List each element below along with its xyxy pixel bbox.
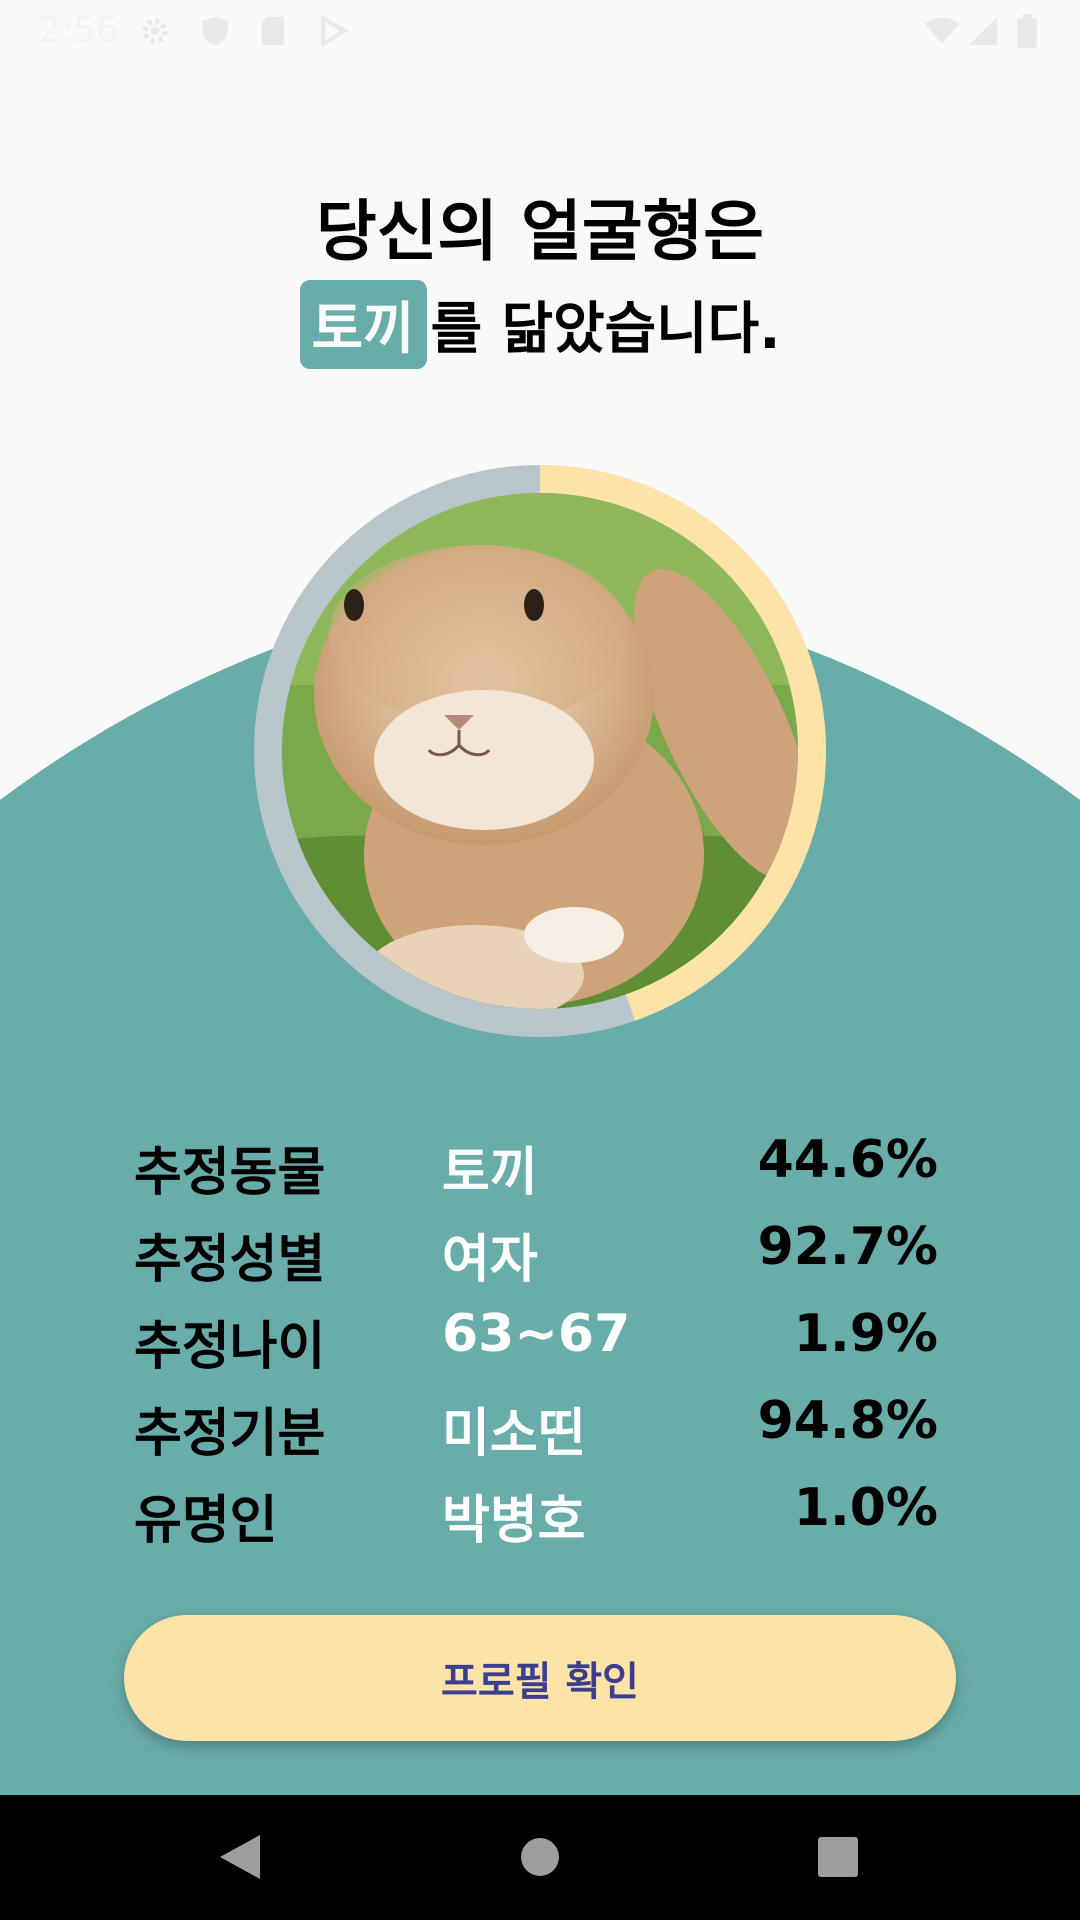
stat-value: 63~67	[442, 1304, 631, 1364]
stat-label: 추정성별	[134, 1230, 326, 1290]
gear-icon	[142, 18, 168, 44]
stat-percent: 92.7%	[757, 1217, 938, 1277]
stat-value: 박병호	[442, 1491, 586, 1551]
back-icon[interactable]	[200, 1817, 280, 1897]
signal-icon	[968, 16, 998, 46]
wifi-icon	[925, 17, 959, 44]
stat-percent: 44.6%	[757, 1130, 938, 1190]
stat-label: 추정기분	[134, 1404, 326, 1464]
stat-value: 토끼	[442, 1143, 538, 1203]
shield-icon	[202, 16, 228, 46]
battery-icon	[1017, 14, 1037, 48]
result-subtitle-rest: 를 닮았습니다.	[430, 297, 781, 362]
stat-label: 추정나이	[134, 1317, 326, 1377]
stat-percent: 1.9%	[793, 1304, 938, 1364]
recents-icon[interactable]	[798, 1817, 878, 1897]
result-subtitle: 토끼 를 닮았습니다.	[0, 280, 1080, 369]
home-icon[interactable]	[500, 1817, 580, 1897]
stat-label: 유명인	[134, 1491, 278, 1551]
stat-value: 미소띤	[442, 1404, 586, 1464]
stat-value: 여자	[442, 1230, 538, 1290]
animal-chip: 토끼	[299, 280, 427, 369]
stat-row-mood: 추정기분 미소띤 94.8%	[0, 1391, 1080, 1471]
stat-percent: 1.0%	[793, 1478, 938, 1538]
match-progress-ring	[254, 465, 826, 1037]
stat-row-gender: 추정성별 여자 92.7%	[0, 1217, 1080, 1297]
stat-percent: 94.8%	[757, 1391, 938, 1451]
stat-row-age: 추정나이 63~67 1.9%	[0, 1304, 1080, 1384]
stat-label: 추정동물	[134, 1143, 326, 1203]
status-bar: 2:56	[0, 0, 1080, 64]
stat-row-animal: 추정동물 토끼 44.6%	[0, 1130, 1080, 1210]
result-title: 당신의 얼굴형은	[315, 193, 765, 270]
sd-card-icon	[261, 16, 285, 46]
stat-row-celebrity: 유명인 박병호 1.0%	[0, 1478, 1080, 1558]
navigation-bar	[0, 1795, 1080, 1920]
play-icon	[320, 14, 349, 48]
profile-check-button[interactable]: 프로필 확인	[124, 1615, 956, 1741]
status-time: 2:56	[38, 10, 119, 51]
